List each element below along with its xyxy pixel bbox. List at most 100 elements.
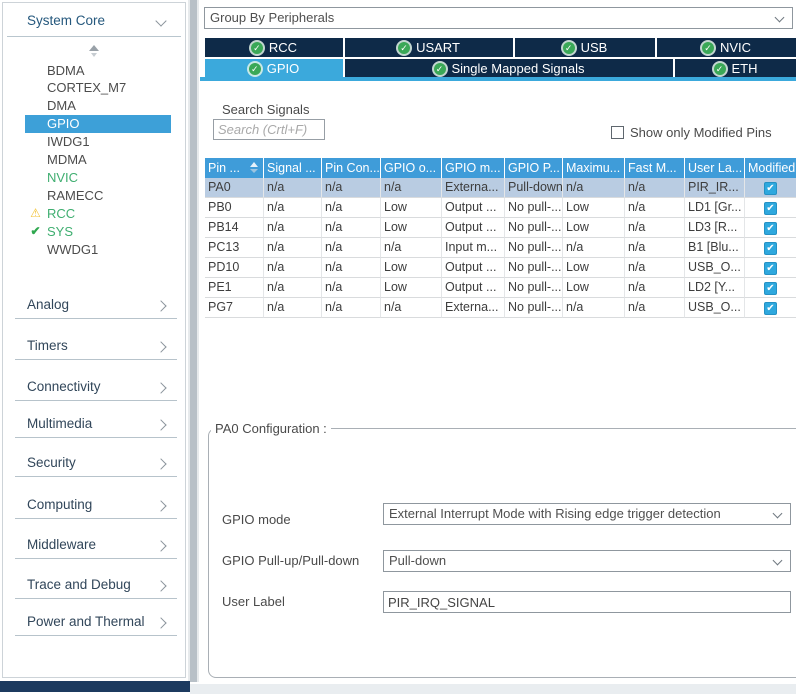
column-header-2[interactable]: Pin Con... xyxy=(322,158,381,178)
sidebar-item-wwdg1[interactable]: WWDG1 xyxy=(25,241,171,259)
cell: PG7 xyxy=(205,298,264,318)
modified-checkbox[interactable]: ✔ xyxy=(764,182,777,195)
table-row-pc13[interactable]: PC13n/an/an/aInput m...No pull-...n/an/a… xyxy=(205,238,796,258)
chevron-down-icon xyxy=(773,509,783,519)
tab-usb[interactable]: ✓USB xyxy=(515,38,655,57)
scroll-down-icon xyxy=(91,53,97,57)
column-header-8[interactable]: User La... xyxy=(685,158,745,178)
chevron-down-icon xyxy=(775,13,785,23)
chevron-right-icon xyxy=(155,580,166,591)
cell: Low xyxy=(381,258,442,278)
column-header-7[interactable]: Fast M... xyxy=(625,158,685,178)
group-by-value: Group By Peripherals xyxy=(210,10,334,25)
modified-checkbox[interactable]: ✔ xyxy=(764,262,777,275)
sidebar-item-sys[interactable]: ✔SYS xyxy=(25,223,171,241)
chevron-right-icon xyxy=(155,500,166,511)
column-header-9[interactable]: Modified xyxy=(745,158,796,178)
cell: Externa... xyxy=(442,298,505,318)
cell: n/a xyxy=(625,298,685,318)
chevron-right-icon xyxy=(155,300,166,311)
category-label: Computing xyxy=(27,497,92,512)
table-row-pg7[interactable]: PG7n/an/an/aExterna...No pull-...n/an/aU… xyxy=(205,298,796,318)
modified-pins-checkbox[interactable] xyxy=(611,126,624,139)
cell: n/a xyxy=(322,278,381,298)
modified-checkbox[interactable]: ✔ xyxy=(764,302,777,315)
tab-gpio[interactable]: ✓GPIO xyxy=(205,59,343,78)
modified-checkbox[interactable]: ✔ xyxy=(764,282,777,295)
sidebar-category-trace-and-debug[interactable]: Trace and Debug xyxy=(15,577,177,599)
table-row-pa0[interactable]: PA0n/an/an/aExterna...Pull-downn/an/aPIR… xyxy=(205,178,796,198)
modified-pins-checkbox-label: Show only Modified Pins xyxy=(630,125,772,140)
user-label-input[interactable] xyxy=(383,591,791,613)
sidebar-category-timers[interactable]: Timers xyxy=(15,338,177,360)
group-by-select[interactable]: Group By Peripherals xyxy=(204,7,793,29)
cell: No pull-... xyxy=(505,238,563,258)
table-row-pb0[interactable]: PB0n/an/aLowOutput ...No pull-...Lown/aL… xyxy=(205,198,796,218)
table-header-row: Pin ...Signal ...Pin Con...GPIO o...GPIO… xyxy=(205,158,796,178)
cell: n/a xyxy=(563,298,625,318)
cell: No pull-... xyxy=(505,278,563,298)
green-check-icon: ✓ xyxy=(702,42,714,54)
green-check-icon: ✓ xyxy=(563,42,575,54)
tab-eth[interactable]: ✓ETH xyxy=(675,59,796,78)
table-row-pd10[interactable]: PD10n/an/aLowOutput ...No pull-...Lown/a… xyxy=(205,258,796,278)
sidebar-category-connectivity[interactable]: Connectivity xyxy=(15,379,177,401)
sidebar-item-cortex_m7[interactable]: CORTEX_M7 xyxy=(25,79,171,97)
table-row-pb14[interactable]: PB14n/an/aLowOutput ...No pull-...Lown/a… xyxy=(205,218,796,238)
column-header-label: Fast M... xyxy=(628,161,677,175)
sidebar-item-nvic[interactable]: NVIC xyxy=(25,169,171,187)
scroll-up-control[interactable] xyxy=(3,45,185,57)
sidebar-category-computing[interactable]: Computing xyxy=(15,497,177,519)
sidebar-item-mdma[interactable]: MDMA xyxy=(25,151,171,169)
cell: USB_O... xyxy=(685,298,745,318)
chevron-down-icon[interactable] xyxy=(155,15,166,26)
column-header-4[interactable]: GPIO m... xyxy=(442,158,505,178)
search-signals-input[interactable] xyxy=(213,119,325,140)
modified-checkbox[interactable]: ✔ xyxy=(764,222,777,235)
cell: n/a xyxy=(322,218,381,238)
cell: Externa... xyxy=(442,178,505,198)
sidebar-category-middleware[interactable]: Middleware xyxy=(15,537,177,559)
gpio-mode-select[interactable]: External Interrupt Mode with Rising edge… xyxy=(383,503,791,525)
chevron-right-icon xyxy=(155,458,166,469)
sidebar-header-system-core[interactable]: System Core xyxy=(27,13,105,28)
category-label: Trace and Debug xyxy=(27,577,131,592)
column-header-5[interactable]: GPIO P... xyxy=(505,158,563,178)
tab-label: GPIO xyxy=(267,61,300,76)
sidebar-item-ramecc[interactable]: RAMECC xyxy=(25,187,171,205)
modified-checkbox[interactable]: ✔ xyxy=(764,202,777,215)
tab-usart[interactable]: ✓USART xyxy=(345,38,513,57)
sidebar-item-rcc[interactable]: ⚠RCC xyxy=(25,205,171,223)
green-check-icon: ✓ xyxy=(398,42,410,54)
tab-rcc[interactable]: ✓RCC xyxy=(205,38,343,57)
cell: LD1 [Gr... xyxy=(685,198,745,218)
tab-nvic[interactable]: ✓NVIC xyxy=(657,38,796,57)
sidebar-item-gpio[interactable]: GPIO xyxy=(25,115,171,133)
tab-single-mapped-signals[interactable]: ✓Single Mapped Signals xyxy=(345,59,673,78)
table-row-pe1[interactable]: PE1n/an/aLowOutput ...No pull-...Lown/aL… xyxy=(205,278,796,298)
sidebar-category-security[interactable]: Security xyxy=(15,455,177,477)
sidebar-item-bdma[interactable]: BDMA xyxy=(25,62,171,80)
sidebar-item-iwdg1[interactable]: IWDG1 xyxy=(25,133,171,151)
sidebar-category-power-and-thermal[interactable]: Power and Thermal xyxy=(15,614,177,636)
cell: Low xyxy=(381,218,442,238)
panel-splitter[interactable] xyxy=(188,0,199,682)
show-only-modified-pins-filter[interactable]: Show only Modified Pins xyxy=(611,125,796,140)
sidebar-item-label: BDMA xyxy=(47,63,85,78)
cell: n/a xyxy=(322,258,381,278)
gpio-pull-up-pull-down-select[interactable]: Pull-down xyxy=(383,550,791,572)
cell: n/a xyxy=(264,178,322,198)
column-header-6[interactable]: Maximu... xyxy=(563,158,625,178)
column-header-0[interactable]: Pin ... xyxy=(205,158,264,178)
cell: n/a xyxy=(264,278,322,298)
sidebar-item-dma[interactable]: DMA xyxy=(25,97,171,115)
sidebar-category-multimedia[interactable]: Multimedia xyxy=(15,416,177,438)
sidebar-category-analog[interactable]: Analog xyxy=(15,297,177,319)
cell: Output ... xyxy=(442,198,505,218)
column-header-3[interactable]: GPIO o... xyxy=(381,158,442,178)
category-label: Middleware xyxy=(27,537,96,552)
column-header-1[interactable]: Signal ... xyxy=(264,158,322,178)
warning-icon: ⚠ xyxy=(27,205,44,223)
cell: n/a xyxy=(322,198,381,218)
modified-checkbox[interactable]: ✔ xyxy=(764,242,777,255)
